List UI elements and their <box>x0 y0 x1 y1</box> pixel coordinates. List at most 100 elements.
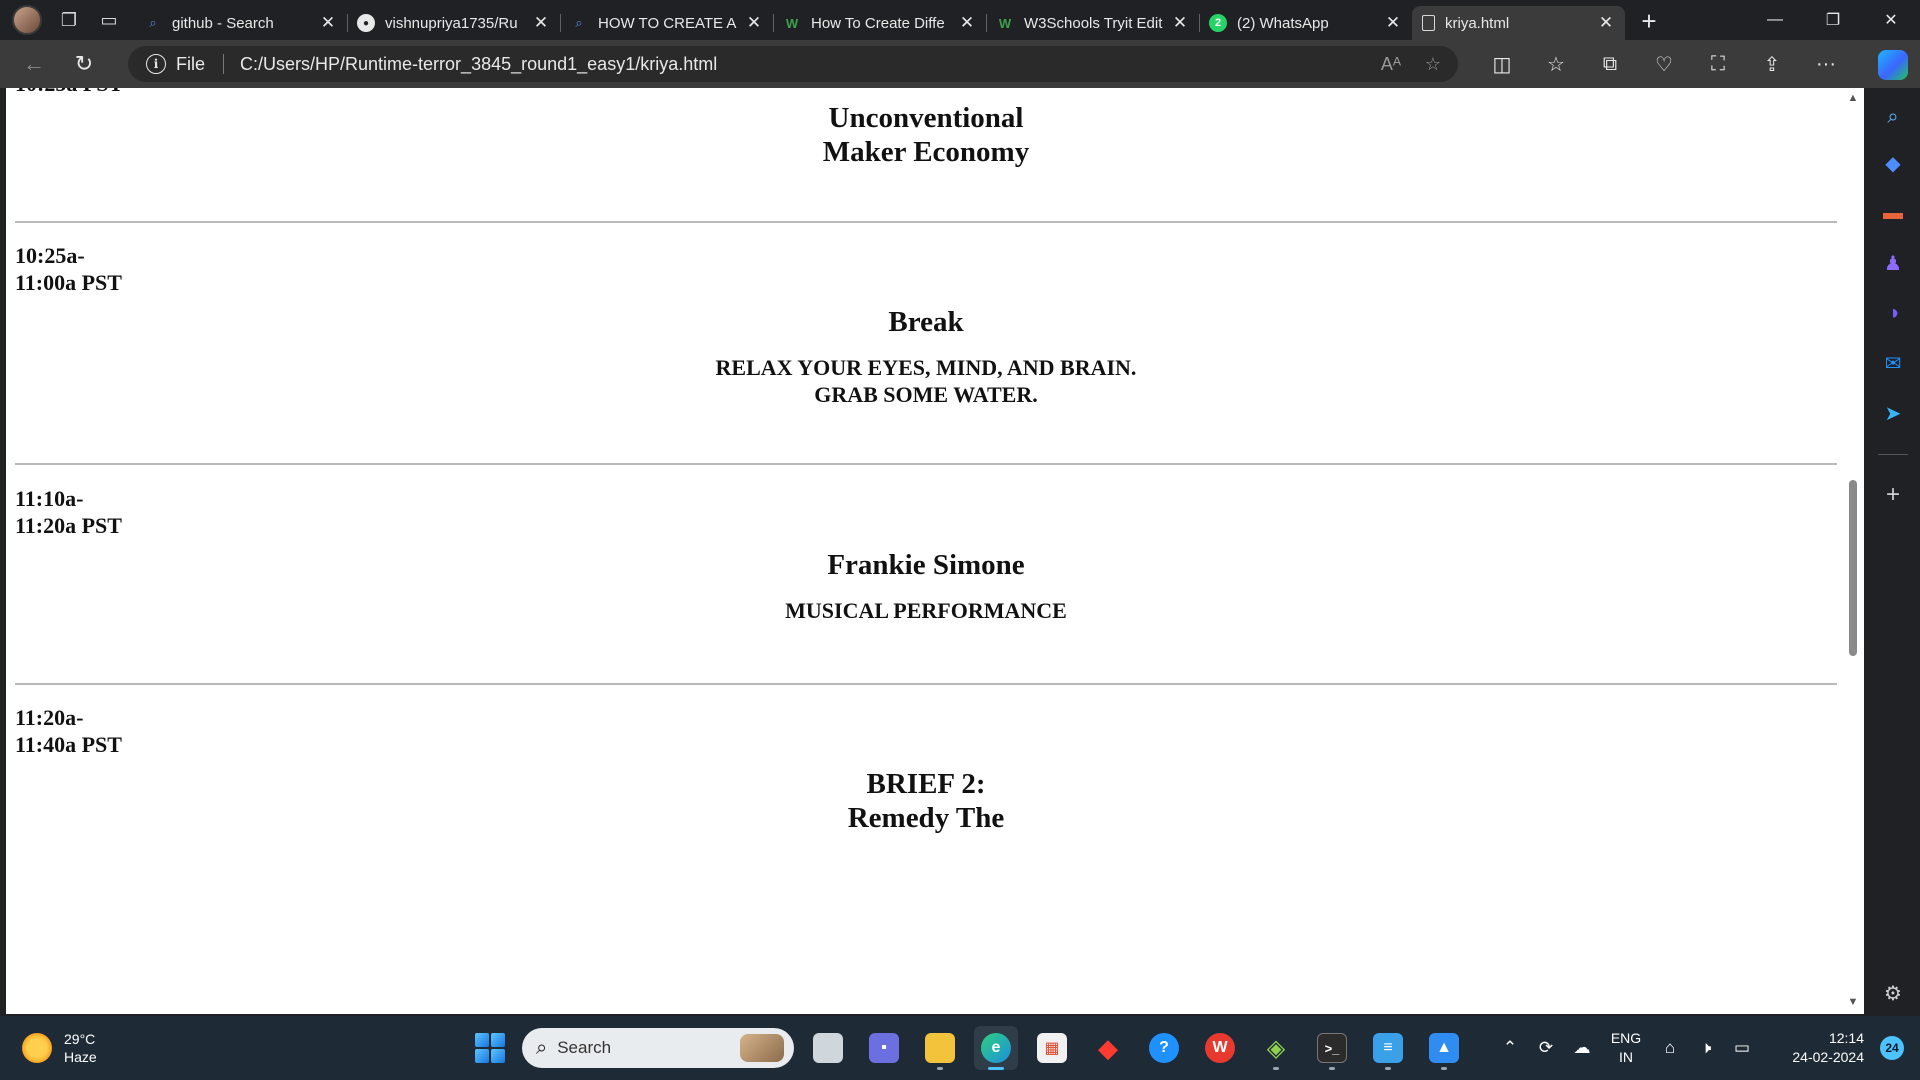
search-icon: ⌕ <box>149 15 157 30</box>
scroll-down-arrow-icon[interactable]: ▼ <box>1847 996 1859 1008</box>
tab-github-repo[interactable]: ● vishnupriya1735/Ru ✕ <box>347 6 560 40</box>
url-text[interactable]: C:/Users/HP/Runtime-terror_3845_round1_e… <box>240 54 717 75</box>
restore-button[interactable]: ❐ <box>1804 0 1862 40</box>
weather-condition: Haze <box>64 1049 97 1065</box>
edge-browser-button[interactable]: e <box>974 1026 1018 1070</box>
system-tray: ⌃ ⟳ ☁ ENG IN ⌂ 🕨 ▭ 12:14 24-02-2024 24 <box>1492 1016 1920 1080</box>
task-view-button[interactable] <box>806 1026 850 1070</box>
divider <box>15 683 1837 685</box>
close-icon[interactable]: ✕ <box>319 13 337 33</box>
close-icon[interactable]: ✕ <box>1384 13 1402 33</box>
close-icon[interactable]: ✕ <box>958 13 976 33</box>
address-bar[interactable]: i File C:/Users/HP/Runtime-terror_3845_r… <box>128 46 1458 82</box>
search-icon: ⌕ <box>575 15 583 30</box>
onedrive-icon[interactable]: ☁ <box>1564 1038 1600 1058</box>
microsoft-365-icon[interactable]: ◑ <box>1878 298 1908 328</box>
scheme-label: File <box>176 53 206 74</box>
copilot-icon[interactable] <box>1878 50 1908 80</box>
shopping-tag-icon[interactable]: ◆ <box>1878 148 1908 178</box>
info-icon[interactable]: i <box>146 54 166 74</box>
vertical-scrollbar[interactable]: ▲ ▼ <box>1842 88 1864 1014</box>
git-icon: ◈ <box>1266 1034 1286 1062</box>
tab-how-to-create[interactable]: ⌕ HOW TO CREATE A ✕ <box>560 6 773 40</box>
favorite-star-icon[interactable]: ☆ <box>1418 54 1448 75</box>
get-help-button[interactable]: ? <box>1142 1026 1186 1070</box>
clock-date: 24-02-2024 <box>1792 1049 1864 1065</box>
tab-github-search[interactable]: ⌕ github - Search ✕ <box>134 6 347 40</box>
page-viewport: 10:25a PST Unconventional Maker Economy … <box>6 88 1864 1014</box>
games-icon[interactable]: ♟ <box>1878 248 1908 278</box>
close-icon[interactable]: ✕ <box>1171 13 1189 33</box>
new-tab-button[interactable]: + <box>1633 5 1665 37</box>
refresh-button[interactable]: ↻ <box>64 46 104 82</box>
divider <box>15 221 1837 223</box>
drop-send-icon[interactable]: ➤ <box>1878 398 1908 428</box>
taskbar-search[interactable]: ⌕ Search <box>522 1028 794 1068</box>
session-title: BRIEF 2: Remedy The <box>847 768 1005 834</box>
tab-how-to-create-different[interactable]: W How To Create Diffe ✕ <box>773 6 986 40</box>
add-sidebar-app-icon[interactable]: + <box>1878 480 1908 510</box>
back-button[interactable]: ← <box>14 46 54 82</box>
chevron-up-icon[interactable]: ⌃ <box>1492 1038 1528 1058</box>
session-time: 10:25a- 11:00a PST <box>15 243 122 295</box>
screenshot-icon[interactable]: ⛶ <box>1698 46 1738 82</box>
tab-kriya[interactable]: kriya.html ✕ <box>1412 6 1625 40</box>
session-description: MUSICAL PERFORMANCE <box>785 598 1067 623</box>
region-code: IN <box>1619 1049 1633 1065</box>
close-icon[interactable]: ✕ <box>532 13 550 33</box>
wps-office-button[interactable]: W <box>1198 1026 1242 1070</box>
file-explorer-button[interactable] <box>918 1026 962 1070</box>
tab-whatsapp[interactable]: 2 (2) WhatsApp ✕ <box>1199 6 1412 40</box>
outlook-icon[interactable]: ✉ <box>1878 348 1908 378</box>
tab-strip: ❐ ▭ ⌕ github - Search ✕ ● vishnupriya173… <box>0 0 1920 40</box>
language-indicator[interactable]: ENG IN <box>1600 1029 1652 1067</box>
tab-actions-icon[interactable]: ▭ <box>96 7 122 33</box>
search-icon[interactable]: ⌕ <box>1878 102 1908 132</box>
volume-muted-icon[interactable]: 🕨 <box>1688 1038 1724 1058</box>
photos-icon: ▲ <box>1429 1033 1459 1063</box>
profile-avatar[interactable] <box>12 5 42 35</box>
microsoft-store-button[interactable]: ▦ <box>1030 1026 1074 1070</box>
start-button[interactable] <box>470 1028 510 1068</box>
battery-icon[interactable]: ▭ <box>1724 1038 1760 1058</box>
close-icon[interactable]: ✕ <box>745 13 763 33</box>
clock[interactable]: 12:14 24-02-2024 <box>1760 1029 1864 1067</box>
teams-chat-button[interactable]: ▪ <box>862 1026 906 1070</box>
weather-widget[interactable]: 29°C Haze <box>22 1030 97 1066</box>
sync-icon[interactable]: ⟳ <box>1528 1038 1564 1058</box>
divider <box>1878 454 1908 455</box>
photos-button[interactable]: ▲ <box>1422 1026 1466 1070</box>
taskbar-apps: ⌕ Search ▪ e ▦ ◆ ? W ◈ >_ ≡ ▲ <box>470 1026 1466 1070</box>
sidebar-settings-icon[interactable]: ⚙ <box>1878 978 1908 1008</box>
tab-w3schools-tryit[interactable]: W W3Schools Tryit Edit ✕ <box>986 6 1199 40</box>
collections-icon[interactable]: ⧉ <box>1590 46 1630 82</box>
more-menu-icon[interactable]: ··· <box>1806 46 1846 82</box>
session-time-cut: 10:25a PST <box>15 88 123 97</box>
tools-briefcase-icon[interactable]: ▬ <box>1878 198 1908 228</box>
tab-title: How To Create Diffe <box>811 14 945 32</box>
minimize-button[interactable]: — <box>1746 0 1804 40</box>
read-aloud-icon[interactable]: Aᴬ <box>1376 54 1406 75</box>
close-icon[interactable]: ✕ <box>1597 13 1615 33</box>
share-icon[interactable]: ⇪ <box>1752 46 1792 82</box>
workspaces-icon[interactable]: ❐ <box>56 7 82 33</box>
toolbar-actions: ◫ ☆ ⧉ ♡ ⛶ ⇪ ··· <box>1482 46 1846 82</box>
notification-badge[interactable]: 24 <box>1880 1036 1904 1060</box>
tab-title: kriya.html <box>1445 14 1510 32</box>
terminal-button[interactable]: >_ <box>1310 1026 1354 1070</box>
scrollbar-thumb[interactable] <box>1849 480 1857 656</box>
network-icon[interactable]: ⌂ <box>1652 1038 1688 1058</box>
divider <box>223 54 225 74</box>
git-button[interactable]: ◈ <box>1254 1026 1298 1070</box>
notepad-icon: ≡ <box>1373 1033 1403 1063</box>
favorites-icon[interactable]: ☆ <box>1536 46 1576 82</box>
scroll-up-arrow-icon[interactable]: ▲ <box>1847 92 1859 104</box>
tab-title: HOW TO CREATE A <box>598 14 737 32</box>
app-red-diamond-button[interactable]: ◆ <box>1086 1026 1130 1070</box>
session-time: 11:10a- 11:20a PST <box>15 486 122 538</box>
w3schools-icon: W <box>998 15 1012 31</box>
notepad-button[interactable]: ≡ <box>1366 1026 1410 1070</box>
close-window-button[interactable]: ✕ <box>1862 0 1920 40</box>
split-screen-icon[interactable]: ◫ <box>1482 46 1522 82</box>
browser-essentials-icon[interactable]: ♡ <box>1644 46 1684 82</box>
